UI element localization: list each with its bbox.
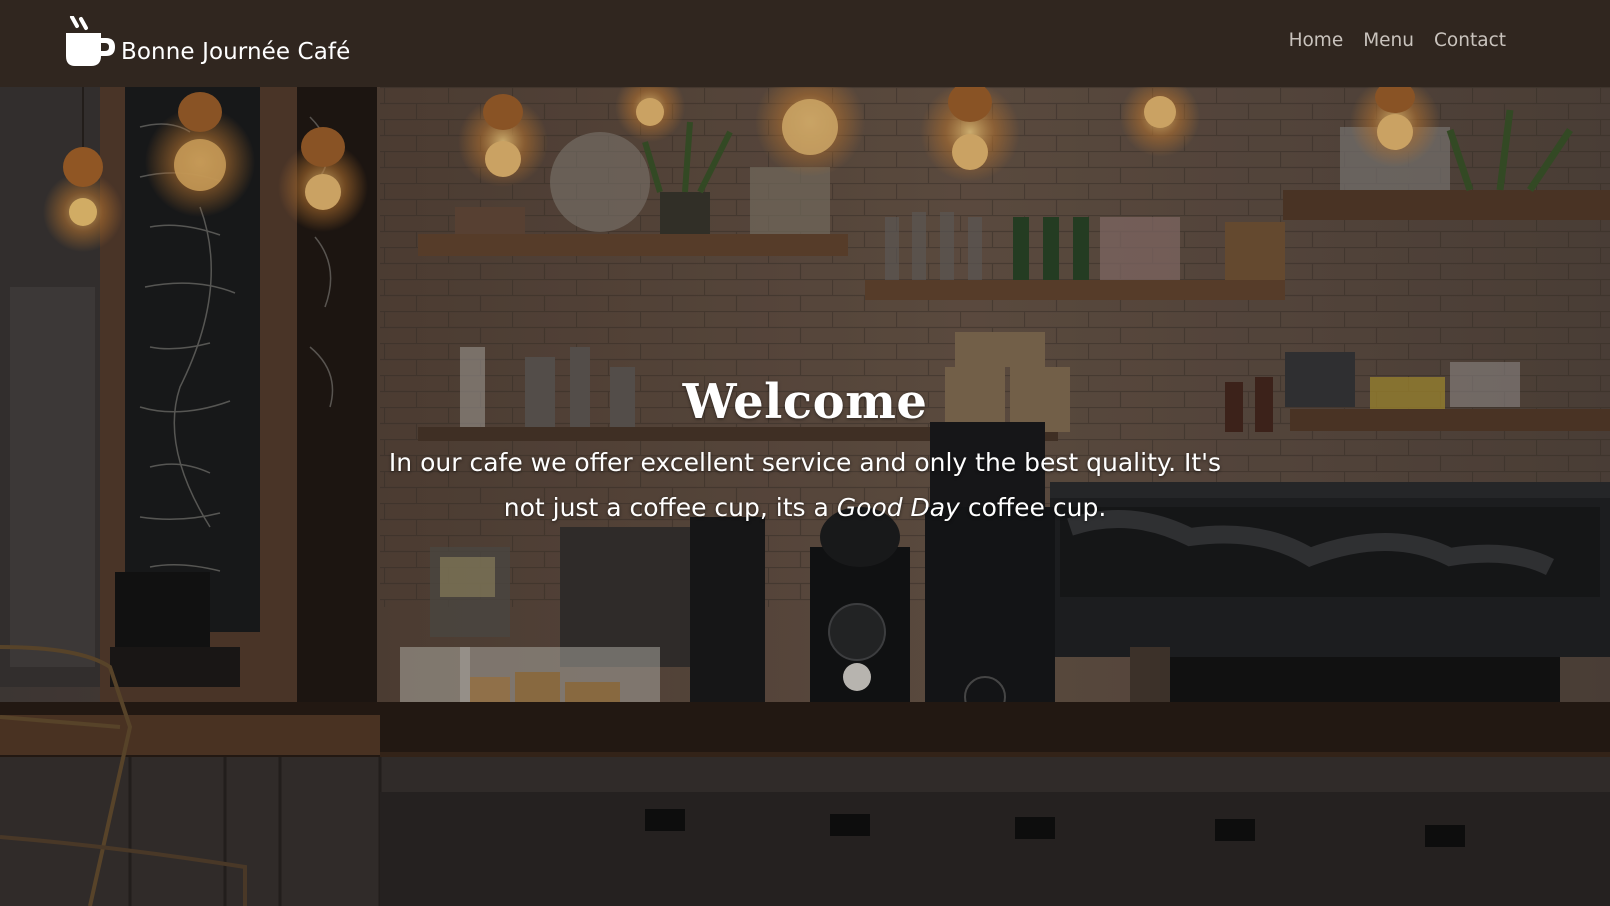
hero-description-part-2: coffee cup. [959,493,1107,522]
page: Bonne Journée Café Home Menu Contact Wel… [0,0,1610,906]
hero-description-emphasis: Good Day [836,493,960,522]
hero-description: In our cafe we offer excellent service a… [385,440,1225,530]
nav-link-home[interactable]: Home [1289,30,1344,51]
brand-name: Bonne Journée Café [121,39,351,65]
nav-link-menu[interactable]: Menu [1363,30,1414,51]
brand-link[interactable]: Bonne Journée Café [65,16,350,68]
hero-content: Welcome In our cafe we offer excellent s… [0,374,1610,530]
nav-menu: Home Menu Contact [1289,30,1506,51]
coffee-cup-icon [66,16,115,66]
hero-title: Welcome [682,374,928,430]
hero-section: Welcome In our cafe we offer excellent s… [0,87,1610,906]
nav-link-contact[interactable]: Contact [1434,30,1506,51]
navbar: Bonne Journée Café Home Menu Contact [0,0,1610,87]
